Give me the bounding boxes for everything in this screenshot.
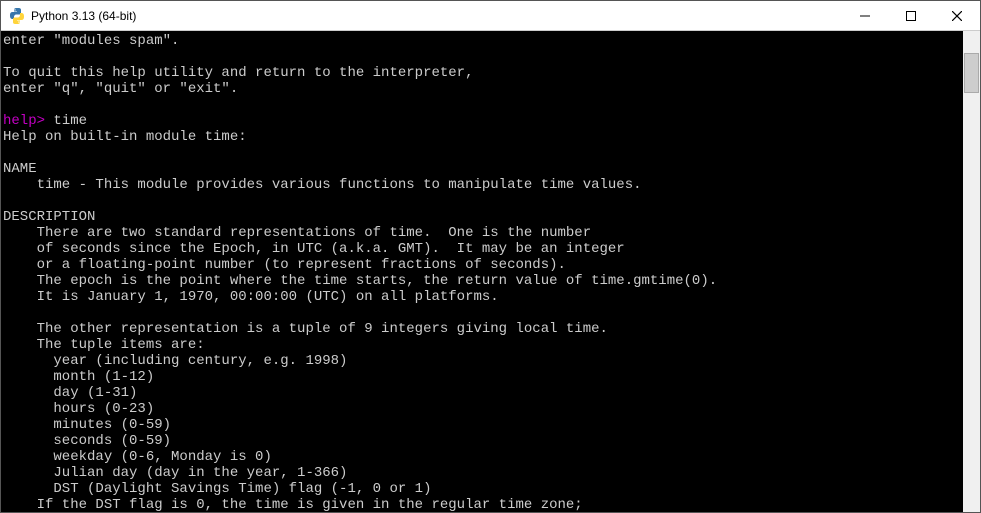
console-line: Help on built-in module time: [3, 129, 963, 145]
console-line: time - This module provides various func… [3, 177, 963, 193]
vertical-scrollbar[interactable] [963, 31, 980, 512]
console-line: of seconds since the Epoch, in UTC (a.k.… [3, 241, 963, 257]
console-line: It is January 1, 1970, 00:00:00 (UTC) on… [3, 289, 963, 305]
console-line: enter "modules spam". [3, 33, 963, 49]
help-prompt: help> [3, 113, 53, 129]
python-icon [9, 8, 25, 24]
minimize-button[interactable] [842, 1, 888, 30]
console-line: or a floating-point number (to represent… [3, 257, 963, 273]
maximize-button[interactable] [888, 1, 934, 30]
console-output[interactable]: enter "modules spam". To quit this help … [1, 31, 963, 512]
window-title: Python 3.13 (64-bit) [31, 9, 842, 23]
console-line: hours (0-23) [3, 401, 963, 417]
titlebar[interactable]: Python 3.13 (64-bit) [1, 1, 980, 31]
console-line: There are two standard representations o… [3, 225, 963, 241]
console-line: month (1-12) [3, 369, 963, 385]
minimize-icon [860, 11, 870, 21]
console-line: The epoch is the point where the time st… [3, 273, 963, 289]
console-line: The tuple items are: [3, 337, 963, 353]
console-line: If the DST flag is 0, the time is given … [3, 497, 963, 512]
console-line [3, 145, 963, 161]
console-line: help> time [3, 113, 963, 129]
console-line: seconds (0-59) [3, 433, 963, 449]
console-area: enter "modules spam". To quit this help … [1, 31, 980, 512]
console-line: DST (Daylight Savings Time) flag (-1, 0 … [3, 481, 963, 497]
console-line: weekday (0-6, Monday is 0) [3, 449, 963, 465]
window-controls [842, 1, 980, 30]
close-button[interactable] [934, 1, 980, 30]
console-line [3, 193, 963, 209]
maximize-icon [906, 11, 916, 21]
console-line: Julian day (day in the year, 1-366) [3, 465, 963, 481]
console-line: year (including century, e.g. 1998) [3, 353, 963, 369]
console-line: enter "q", "quit" or "exit". [3, 81, 963, 97]
console-line: minutes (0-59) [3, 417, 963, 433]
console-line [3, 97, 963, 113]
console-line [3, 305, 963, 321]
console-line: NAME [3, 161, 963, 177]
console-line: day (1-31) [3, 385, 963, 401]
application-window: Python 3.13 (64-bit) enter "modules spam [0, 0, 981, 513]
prompt-input-text: time [53, 113, 87, 129]
console-line: To quit this help utility and return to … [3, 65, 963, 81]
console-line [3, 49, 963, 65]
close-icon [952, 11, 962, 21]
scrollbar-thumb[interactable] [964, 53, 979, 93]
console-line: The other representation is a tuple of 9… [3, 321, 963, 337]
console-line: DESCRIPTION [3, 209, 963, 225]
